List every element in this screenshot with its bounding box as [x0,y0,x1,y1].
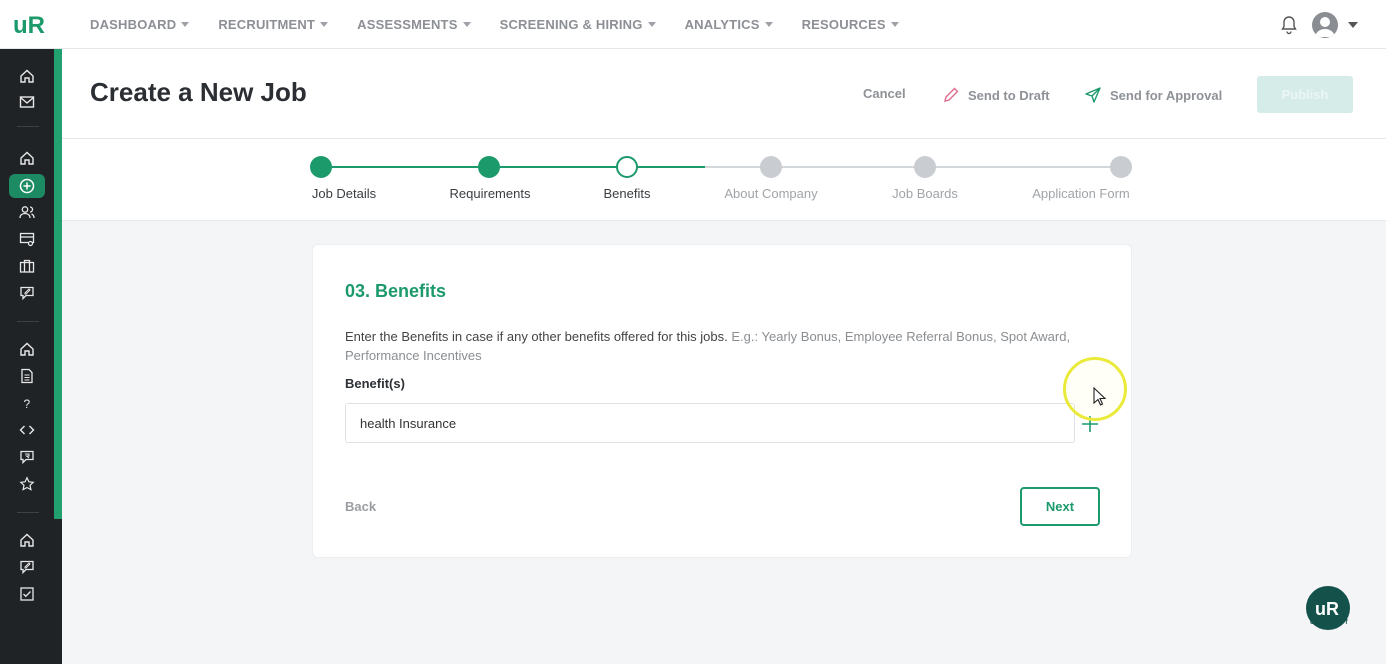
nav-recruitment[interactable]: RECRUITMENT [218,17,329,32]
nav-label: SCREENING & HIRING [499,17,643,32]
step-requirements-label[interactable]: Requirements [450,186,531,201]
publish-button[interactable]: Publish [1257,76,1353,113]
task-check-icon[interactable] [17,584,37,604]
main-nav: DASHBOARD RECRUITMENT ASSESSMENTS SCREEN… [90,0,928,49]
chat-edit-icon[interactable] [17,557,37,577]
left-sidebar: ? [0,49,62,664]
publish-label: Publish [1281,87,1329,102]
chevron-down-icon [764,22,773,27]
step-about-company-dot[interactable] [760,156,782,178]
section-title: 03. Benefits [345,281,447,301]
nav-resources[interactable]: RESOURCES [802,17,899,32]
page-header: Create a New Job Cancel Send to Draft Se… [62,49,1386,139]
send-to-draft-label: Send to Draft [968,87,1050,103]
nav-label: RECRUITMENT [218,17,316,32]
chevron-down-icon [647,22,656,27]
sidebar-divider [17,512,39,513]
home-icon[interactable] [17,66,37,86]
description-text: Enter the Benefits in case if any other … [345,329,728,344]
add-circle-icon[interactable] [17,176,37,196]
nav-label: RESOURCES [801,17,886,32]
home-icon[interactable] [17,148,37,168]
home-icon[interactable] [17,339,37,359]
step-job-details-label[interactable]: Job Details [312,186,376,201]
sidebar-divider [17,126,39,127]
nav-assessments[interactable]: ASSESSMENTS [357,17,471,32]
step-benefits-label[interactable]: Benefits [604,186,651,201]
nav-analytics[interactable]: ANALYTICS [685,17,773,32]
chevron-down-icon [320,22,329,27]
stepper-progress-line [321,166,628,168]
notification-bell-icon[interactable] [1280,15,1298,35]
svg-text:uR: uR [1315,599,1339,619]
sidebar-collapse-handle[interactable] [54,49,62,519]
mail-icon[interactable] [17,92,37,112]
nav-screening-hiring[interactable]: SCREENING & HIRING [500,17,656,32]
user-avatar[interactable] [1312,12,1338,38]
send-for-approval-label: Send for Approval [1110,87,1223,103]
next-button[interactable]: Next [1020,487,1100,526]
step-application-form-dot[interactable] [1110,156,1132,178]
chevron-down-icon [181,22,190,27]
step-about-company-label[interactable]: About Company [724,186,817,201]
nav-label: ANALYTICS [684,17,760,32]
cancel-label: Cancel [863,86,906,101]
mouse-pointer-icon [1093,386,1107,407]
nav-dashboard[interactable]: DASHBOARD [90,17,190,32]
stepper-progress-line [628,166,712,168]
benefits-card: 03. Benefits Enter the Benefits in case … [312,244,1132,558]
card-search-icon[interactable] [17,229,37,249]
step-application-form-label[interactable]: Application Form [1032,186,1130,201]
step-benefits-dot[interactable] [616,156,638,178]
svg-text:uR: uR [13,12,45,39]
nav-label: DASHBOARD [90,17,177,32]
sidebar-divider [17,321,39,322]
send-to-draft-button[interactable]: Send to Draft [942,86,1050,104]
send-for-approval-button[interactable]: Send for Approval [1084,86,1222,104]
svg-text:?: ? [24,397,31,411]
back-button[interactable]: Back [345,499,376,514]
chevron-down-icon [890,22,899,27]
step-job-boards-dot[interactable] [914,156,936,178]
home-icon[interactable] [17,530,37,550]
benefit-input[interactable] [345,403,1075,443]
document-icon[interactable] [17,366,37,386]
help-icon[interactable]: ? [17,393,37,413]
users-icon[interactable] [17,202,37,222]
step-job-details-dot[interactable] [310,156,332,178]
chat-edit-icon[interactable] [17,283,37,303]
nav-label: ASSESSMENTS [357,17,458,32]
chevron-down-icon [462,22,471,27]
top-navigation-bar: uR DASHBOARD RECRUITMENT ASSESSMENTS SCR… [0,0,1386,49]
cancel-button[interactable]: Cancel [863,86,906,101]
step-job-boards-label[interactable]: Job Boards [892,186,958,201]
code-icon[interactable] [17,420,37,440]
pencil-icon [944,87,959,102]
star-icon[interactable] [17,474,37,494]
step-requirements-dot[interactable] [478,156,500,178]
page-title: Create a New Job [90,77,307,107]
user-menu-chevron-icon[interactable] [1348,22,1358,28]
benefits-description: Enter the Benefits in case if any other … [345,327,1105,365]
ur-agent-caption: UR AGENT [1310,620,1350,626]
benefits-field-label: Benefit(s) [345,376,405,391]
progress-stepper: Job Details Requirements Benefits About … [62,139,1386,221]
ur-logo[interactable]: uR [12,9,48,39]
chat-report-icon[interactable] [17,447,37,467]
send-icon [1085,87,1101,103]
briefcase-icon[interactable] [17,256,37,276]
